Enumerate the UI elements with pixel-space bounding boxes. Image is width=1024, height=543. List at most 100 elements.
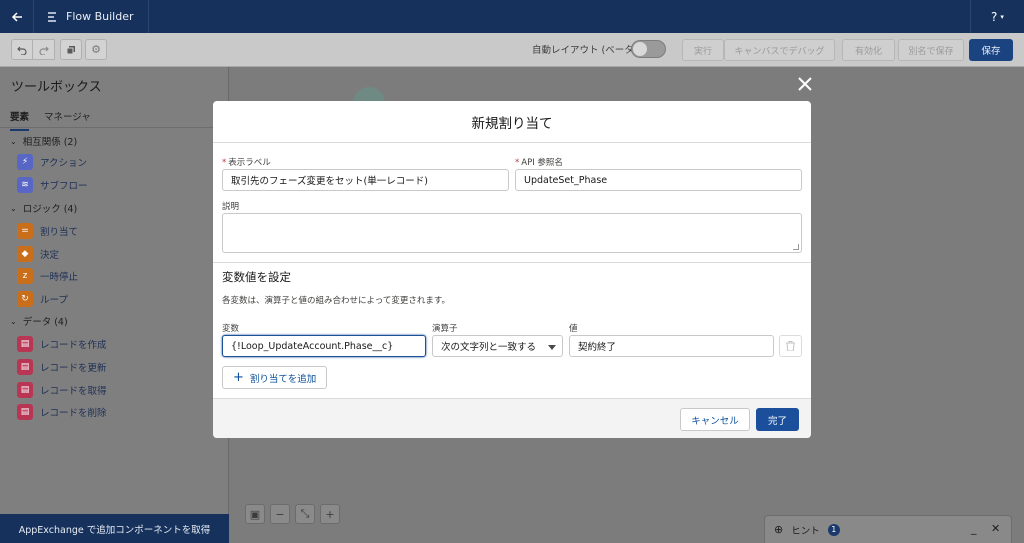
toolbox-item-decision[interactable]: ◆ 決定 (17, 246, 59, 262)
fit-view-button[interactable]: ⤡ (295, 504, 315, 524)
required-marker: * (222, 158, 227, 168)
toolbox-item-record-delete[interactable]: ▤ レコードを削除 (17, 404, 107, 420)
help-icon: ? (991, 9, 998, 24)
plus-icon: + (325, 507, 335, 521)
hint-panel[interactable]: ⊕ ヒント 1 _ ✕ (764, 515, 1012, 543)
section-data[interactable]: ⌄ データ (4) (10, 314, 68, 329)
flow-icon: ≋ (17, 177, 33, 193)
value-input[interactable]: 契約終了 (569, 335, 774, 357)
toolbox-item-assignment[interactable]: = 割り当て (17, 223, 78, 239)
item-label: レコードを更新 (40, 363, 107, 374)
section-title: 変数値を設定 (222, 270, 291, 284)
resize-handle-icon (793, 244, 799, 250)
api-name-input[interactable]: UpdateSet_Phase (515, 169, 802, 191)
redo-icon (38, 46, 49, 55)
pause-icon: z (17, 268, 33, 284)
value-field-label: 値 (569, 324, 578, 334)
toolbox-item-loop[interactable]: ↻ ループ (17, 291, 68, 307)
caret-down-icon (548, 345, 556, 350)
item-label: 一時停止 (40, 272, 79, 283)
item-label: レコードを削除 (40, 408, 107, 419)
app-brand: Flow Builder (34, 0, 149, 33)
toolbox-panel: ツールボックス 要素 マネージャ ⌄ 相互関係 (2) ⚡ アクション ≋ サブ… (0, 67, 229, 543)
settings-button[interactable]: ⚙ (85, 39, 107, 60)
section-logic[interactable]: ⌄ ロジック (4) (10, 201, 78, 216)
back-arrow-icon (11, 11, 22, 22)
back-button[interactable] (0, 0, 34, 33)
add-assignment-label: 割り当てを追加 (249, 373, 317, 385)
api-name-field-label: * API 参照名 (515, 158, 563, 168)
item-label: アクション (40, 158, 88, 169)
plus-icon: + (233, 370, 244, 385)
app-header: Flow Builder ? ▾ (0, 0, 1024, 33)
section-divider (213, 262, 811, 263)
zoom-out-button[interactable]: − (270, 504, 290, 524)
record-update-icon: ▤ (17, 359, 33, 375)
record-create-icon: ▤ (17, 336, 33, 352)
section-description: 各変数は、演算子と値の組み合わせによって変更されます。 (222, 296, 450, 306)
toolbox-item-action[interactable]: ⚡ アクション (17, 154, 87, 170)
minimize-icon[interactable]: _ (971, 522, 977, 535)
appexchange-link[interactable]: AppExchange で追加コンポーネントを取得 (0, 514, 229, 543)
builder-toolbar: ⚙ 自動レイアウト (ベータ) 実行 キャンバスでデバッグ 有効化 別名で保存 … (0, 33, 1024, 67)
help-menu-button[interactable]: ? ▾ (970, 0, 1024, 33)
modal-close-button[interactable] (795, 74, 815, 94)
activate-button[interactable]: 有効化 (842, 39, 895, 61)
label-field-label: * 表示ラベル (222, 158, 271, 168)
add-assignment-button[interactable]: + 割り当てを追加 (222, 366, 328, 389)
save-as-button[interactable]: 別名で保存 (898, 39, 964, 61)
auto-layout-toggle[interactable] (631, 40, 666, 58)
operator-field-label: 演算子 (432, 324, 458, 334)
assignment-icon: = (17, 223, 33, 239)
item-label: 決定 (40, 250, 60, 261)
operator-value: 次の文字列と一致する (441, 342, 537, 353)
delete-assignment-button[interactable] (779, 335, 802, 357)
done-button[interactable]: 完了 (756, 408, 799, 431)
section-interaction[interactable]: ⌄ 相互関係 (2) (10, 134, 78, 149)
flow-icon (48, 11, 56, 22)
description-textarea[interactable] (222, 213, 802, 253)
item-label: サブフロー (40, 181, 88, 192)
section-label: ロジック (4) (22, 204, 78, 215)
record-delete-icon: ▤ (17, 404, 33, 420)
undo-icon (17, 46, 27, 55)
fit-icon: ⤡ (300, 507, 310, 520)
debug-button[interactable]: キャンバスでデバッグ (724, 39, 835, 61)
save-button[interactable]: 保存 (969, 39, 1013, 61)
variable-input[interactable]: {!Loop_UpdateAccount.Phase__c} (222, 335, 426, 357)
toolbox-item-pause[interactable]: z 一時停止 (17, 268, 78, 284)
item-label: レコードを取得 (40, 386, 107, 397)
chevron-down-icon: ⌄ (10, 136, 17, 146)
close-icon (798, 77, 812, 91)
chevron-down-icon: ⌄ (10, 203, 17, 213)
redo-button[interactable] (33, 39, 55, 60)
app-title: Flow Builder (66, 10, 134, 23)
loop-icon: ↻ (17, 291, 33, 307)
toolbox-item-record-create[interactable]: ▤ レコードを作成 (17, 336, 107, 352)
toolbox-tabs: 要素 マネージャ (0, 100, 229, 131)
toolbox-item-subflow[interactable]: ≋ サブフロー (17, 177, 88, 193)
undo-button[interactable] (11, 39, 33, 60)
close-icon[interactable]: ✕ (991, 522, 1000, 535)
toolbox-title: ツールボックス (11, 80, 102, 95)
hint-label: ヒント (791, 525, 820, 537)
gear-icon: ⚙ (91, 43, 101, 56)
minus-icon: − (275, 507, 285, 521)
run-button[interactable]: 実行 (682, 39, 724, 61)
label-input[interactable]: 取引先のフェーズ変更をセット(単一レコード) (222, 169, 509, 191)
tab-elements[interactable]: 要素 (10, 109, 30, 131)
section-label: 相互関係 (2) (22, 137, 78, 148)
toolbox-item-record-lookup[interactable]: ▤ レコードを取得 (17, 382, 107, 398)
tab-manager[interactable]: マネージャ (44, 109, 91, 123)
cancel-button[interactable]: キャンセル (680, 408, 750, 431)
auto-layout-label: 自動レイアウト (ベータ) (532, 45, 638, 56)
minimap-button[interactable]: ▣ (245, 504, 265, 524)
operator-select[interactable]: 次の文字列と一致する (432, 335, 563, 357)
decision-icon: ◆ (17, 246, 33, 262)
copy-button[interactable] (60, 39, 82, 60)
zoom-in-button[interactable]: + (320, 504, 340, 524)
section-label: データ (4) (22, 317, 68, 328)
modal-footer: キャンセル 完了 (213, 398, 811, 438)
description-field-label: 説明 (222, 202, 240, 212)
toolbox-item-record-update[interactable]: ▤ レコードを更新 (17, 359, 107, 375)
